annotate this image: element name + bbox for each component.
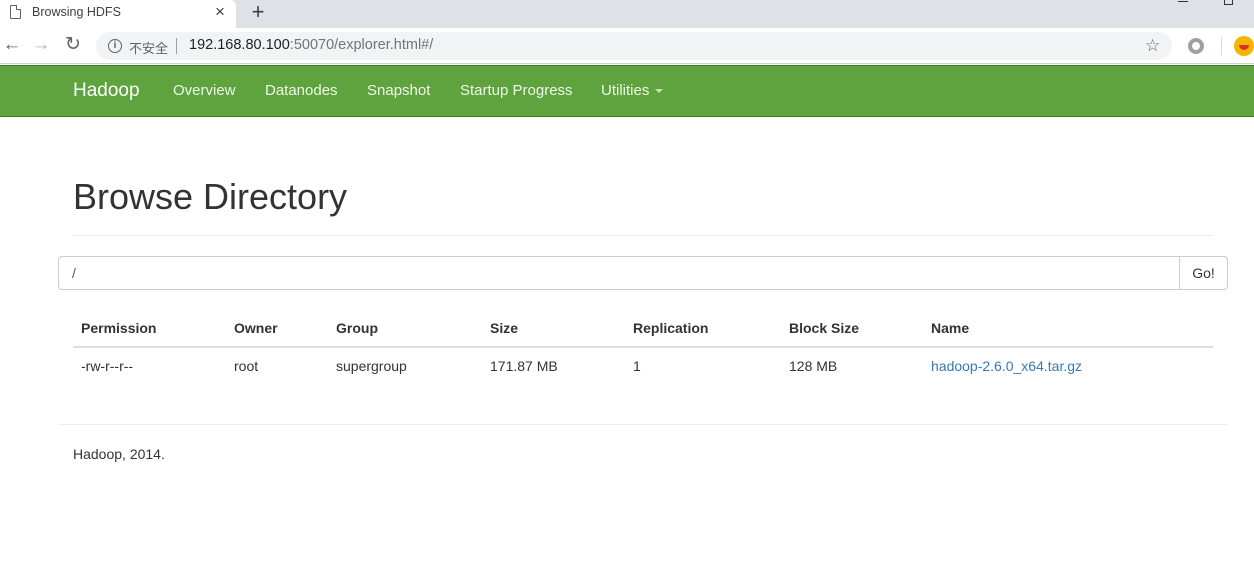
col-owner[interactable]: Owner: [234, 320, 278, 336]
page-icon: [10, 5, 21, 19]
caret-down-icon: [655, 89, 664, 94]
new-tab-icon[interactable]: +: [247, 0, 269, 25]
title-divider: [73, 235, 1213, 236]
cell-owner: root: [234, 358, 259, 374]
nav-datanodes[interactable]: Datanodes: [265, 82, 338, 99]
col-name[interactable]: Name: [931, 320, 969, 336]
back-icon[interactable]: ←: [0, 34, 24, 58]
col-block-size[interactable]: Block Size: [789, 320, 859, 336]
insecure-label[interactable]: 不安全: [129, 38, 168, 57]
navbar-brand[interactable]: Hadoop: [73, 80, 140, 102]
info-icon[interactable]: i: [108, 39, 122, 53]
cell-group: supergroup: [336, 358, 407, 374]
browser-tab-strip: Browsing HDFS × +: [0, 0, 1254, 28]
footer-text: Hadoop, 2014.: [73, 446, 165, 462]
browser-tab[interactable]: Browsing HDFS ×: [0, 0, 236, 28]
col-group[interactable]: Group: [336, 320, 378, 336]
nav-utilities-label: Utilities: [601, 82, 650, 99]
url-text[interactable]: 192.168.80.100:50070/explorer.html#/: [189, 37, 433, 53]
file-name-link[interactable]: hadoop-2.6.0_x64.tar.gz: [931, 358, 1082, 374]
col-replication[interactable]: Replication: [633, 320, 708, 336]
col-permission[interactable]: Permission: [81, 320, 156, 336]
col-size[interactable]: Size: [490, 320, 518, 336]
cell-permission: -rw-r--r--: [81, 358, 134, 374]
forward-icon[interactable]: →: [29, 34, 53, 58]
tab-close-icon[interactable]: ×: [211, 2, 229, 22]
nav-overview[interactable]: Overview: [173, 82, 236, 99]
maximize-icon[interactable]: [1224, 0, 1233, 5]
table-row: -rw-r--r-- root supergroup 171.87 MB 1 1…: [73, 348, 1213, 386]
profile-avatar-icon[interactable]: [1234, 36, 1254, 56]
directory-path-input[interactable]: [58, 256, 1180, 290]
extension-icon[interactable]: [1188, 38, 1204, 54]
directory-table: Permission Owner Group Size Replication …: [73, 310, 1213, 386]
page-title: Browse Directory: [73, 176, 348, 217]
browser-toolbar: ← → ↻ i 不安全 192.168.80.100:50070/explore…: [0, 28, 1254, 64]
hadoop-navbar: Hadoop Overview Datanodes Snapshot Start…: [0, 65, 1254, 117]
minimize-icon[interactable]: [1178, 0, 1188, 2]
nav-startup-progress[interactable]: Startup Progress: [460, 82, 573, 99]
bookmark-star-icon[interactable]: ☆: [1145, 36, 1160, 56]
url-path: :50070/explorer.html#/: [289, 37, 434, 53]
go-button[interactable]: Go!: [1179, 256, 1228, 290]
cell-block-size: 128 MB: [789, 358, 838, 374]
toolbar-separator: [1221, 37, 1222, 55]
table-header: Permission Owner Group Size Replication …: [73, 310, 1213, 348]
url-host: 192.168.80.100: [189, 37, 290, 53]
cell-size: 171.87 MB: [490, 358, 558, 374]
footer-divider: [58, 424, 1228, 425]
nav-utilities-dropdown[interactable]: Utilities: [601, 82, 664, 99]
nav-snapshot[interactable]: Snapshot: [367, 82, 430, 99]
tab-title: Browsing HDFS: [32, 5, 121, 19]
reload-icon[interactable]: ↻: [61, 34, 85, 58]
address-separator: [176, 38, 177, 54]
cell-replication: 1: [633, 358, 641, 374]
address-bar[interactable]: i 不安全 192.168.80.100:50070/explorer.html…: [96, 32, 1172, 60]
